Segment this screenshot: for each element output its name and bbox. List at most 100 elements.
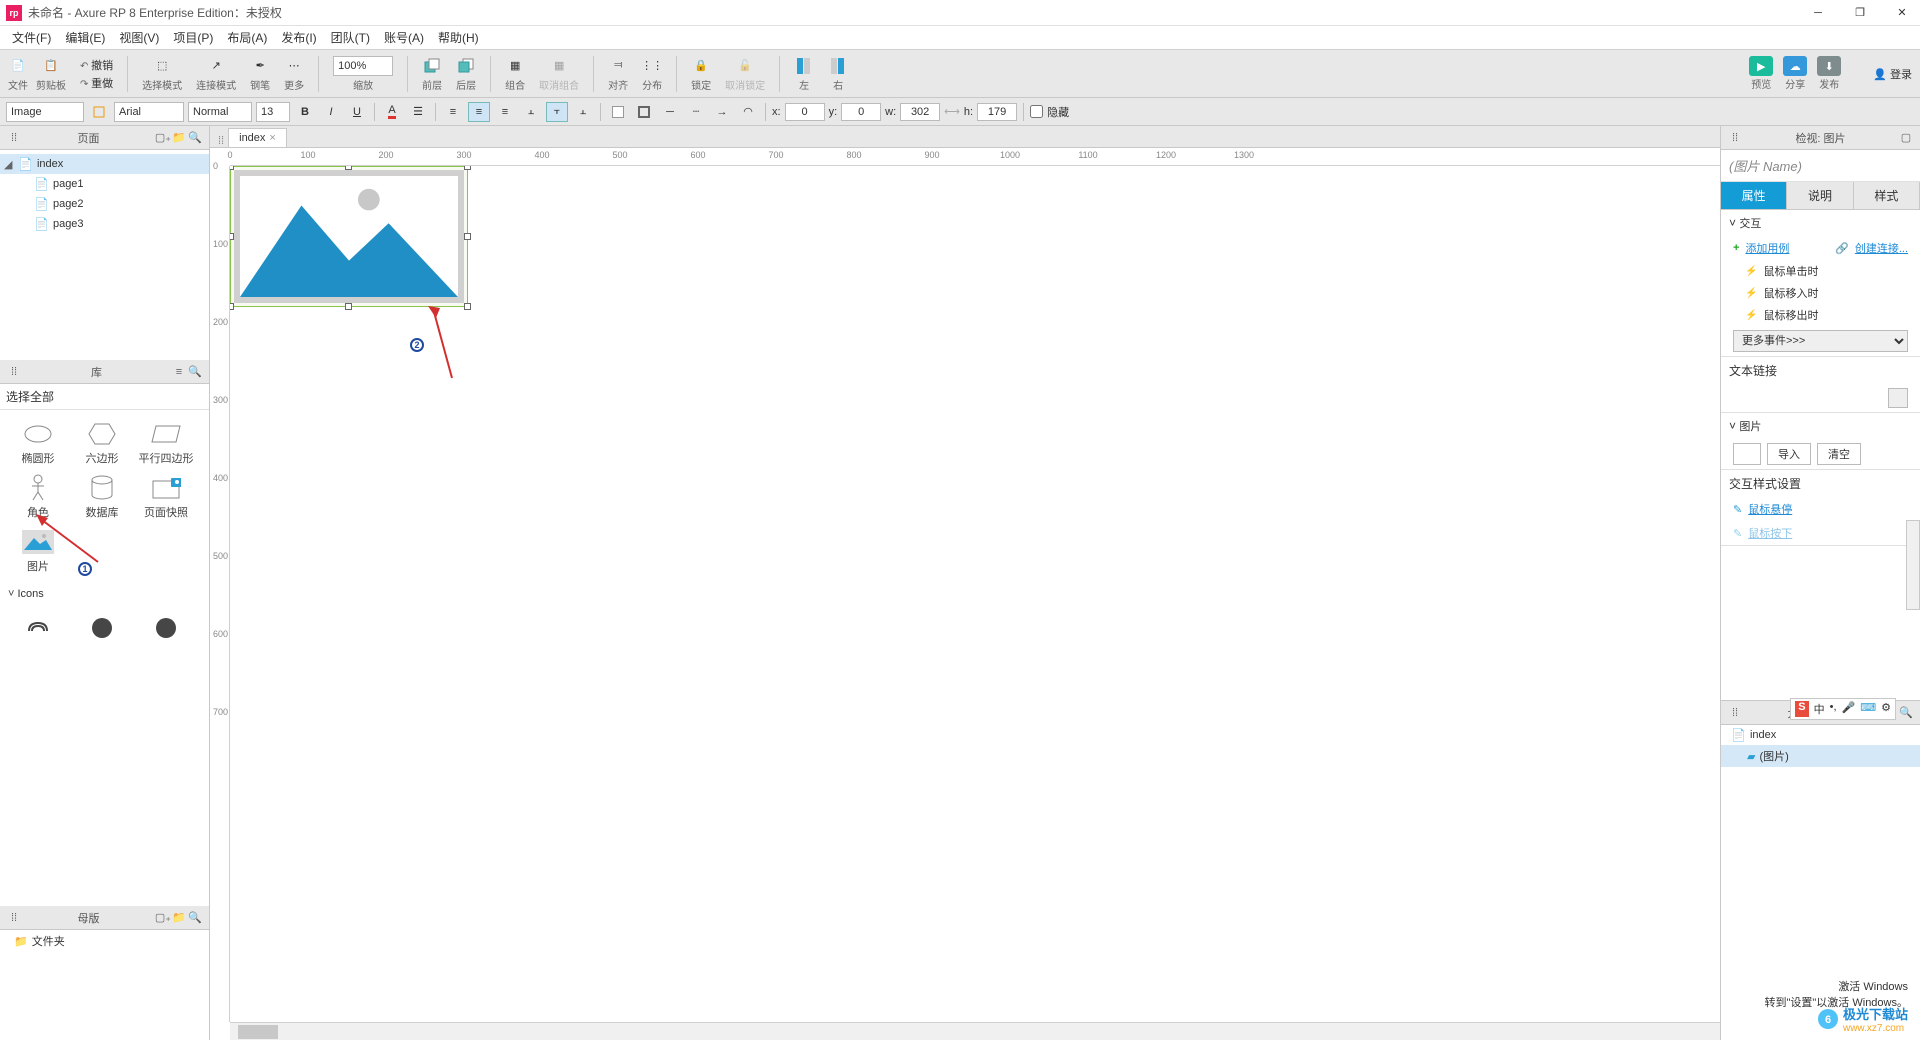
master-folder[interactable]: 📁 文件夹	[0, 930, 209, 952]
tb-ungroup[interactable]: ▦取消组合	[539, 56, 579, 92]
section-interaction[interactable]: ˅ 交互	[1721, 210, 1920, 236]
section-image[interactable]: ˅ 图片	[1721, 413, 1920, 439]
lib-icons-section[interactable]: ˅ Icons	[0, 584, 209, 604]
tab-handle-icon[interactable]: ⁞⁞	[214, 135, 228, 147]
tb-right[interactable]: 右	[828, 56, 848, 92]
tb-undo[interactable]: ↶ 撤销	[80, 57, 113, 73]
import-button[interactable]: 导入	[1767, 443, 1811, 465]
line-color-button[interactable]	[633, 102, 655, 122]
canvas[interactable]: 2	[230, 166, 1720, 1022]
ix-press-link[interactable]: 鼠标按下	[1748, 525, 1792, 541]
maximize-button[interactable]: ❐	[1848, 3, 1872, 23]
fill-color-button[interactable]	[607, 102, 629, 122]
add-case-link[interactable]: 添加用例	[1745, 240, 1789, 256]
w-input[interactable]	[900, 103, 940, 121]
shape-hexagon[interactable]: 六边形	[70, 416, 134, 470]
library-select[interactable]: 选择全部	[0, 384, 209, 410]
panel-handle-icon[interactable]: ⁞⁞	[1727, 130, 1743, 146]
menu-view[interactable]: 视图(V)	[113, 26, 165, 49]
font-combo[interactable]: Arial	[114, 102, 184, 122]
page-page1[interactable]: 📄 page1	[0, 174, 209, 194]
tab-properties[interactable]: 属性	[1721, 182, 1787, 209]
clear-button[interactable]: 清空	[1817, 443, 1861, 465]
search-icon[interactable]: 🔍	[187, 910, 203, 926]
valign-mid-button[interactable]: ⫟	[546, 102, 568, 122]
shape-snapshot[interactable]: 页面快照	[134, 470, 198, 524]
copy-style-icon[interactable]	[88, 102, 110, 122]
outline-index[interactable]: 📄 index	[1721, 725, 1920, 745]
ruler-horizontal[interactable]: 0100200300400500600700800900100011001200…	[230, 148, 1720, 166]
h-input[interactable]	[977, 103, 1017, 121]
tab-style[interactable]: 样式	[1854, 182, 1920, 209]
tb-left[interactable]: 左	[794, 56, 814, 92]
icon-item[interactable]	[134, 610, 198, 646]
page-page3[interactable]: 📄 page3	[0, 214, 209, 234]
outline-image[interactable]: ▰ (图片)	[1721, 745, 1920, 767]
tb-pen[interactable]: ✒钢笔	[250, 56, 270, 92]
text-color-button[interactable]: A	[381, 102, 403, 122]
menu-help[interactable]: 帮助(H)	[432, 26, 485, 49]
close-button[interactable]: ✕	[1890, 3, 1914, 23]
menu-edit[interactable]: 编辑(E)	[59, 26, 111, 49]
valign-top-button[interactable]: ⫠	[520, 102, 542, 122]
minimize-button[interactable]: ─	[1806, 3, 1830, 23]
lib-menu-icon[interactable]: ≡	[171, 364, 187, 380]
y-input[interactable]	[841, 103, 881, 121]
line-width-button[interactable]: ─	[659, 102, 681, 122]
more-events-combo[interactable]: 更多事件>>>	[1733, 330, 1908, 352]
icon-item[interactable]	[6, 610, 70, 646]
search-icon[interactable]: 🔍	[1898, 705, 1914, 721]
menu-account[interactable]: 账号(A)	[378, 26, 430, 49]
italic-button[interactable]: I	[320, 102, 342, 122]
ix-hover-link[interactable]: 鼠标悬停	[1748, 501, 1792, 517]
panel-handle-icon[interactable]: ⁞⁞	[1727, 705, 1743, 721]
icon-item[interactable]	[70, 610, 134, 646]
tb-group[interactable]: ▦组合	[505, 56, 525, 92]
panel-handle-icon[interactable]: ⁞⁞	[6, 910, 22, 926]
add-page-icon[interactable]: ▢₊	[155, 130, 171, 146]
tb-unlock[interactable]: 🔓取消锁定	[725, 56, 765, 92]
shape-parallelogram[interactable]: 平行四边形	[134, 416, 198, 470]
menu-publish[interactable]: 发布(I)	[275, 26, 322, 49]
tab-index[interactable]: index×	[228, 128, 287, 147]
tb-clipboard[interactable]: 📋剪贴板	[36, 56, 66, 92]
tab-notes[interactable]: 说明	[1787, 182, 1853, 209]
tb-file[interactable]: 📄文件	[8, 56, 28, 92]
style-combo[interactable]: Normal	[188, 102, 252, 122]
widget-name-input[interactable]: (图片 Name)	[1721, 150, 1920, 182]
arrow-button[interactable]: →	[711, 102, 733, 122]
page-page2[interactable]: 📄 page2	[0, 194, 209, 214]
panel-handle-icon[interactable]: ⁞⁞	[6, 130, 22, 146]
tb-preview[interactable]: ▶预览	[1749, 56, 1773, 91]
ime-bar[interactable]: S 中•,🎤⌨⚙	[1790, 698, 1896, 720]
tb-distribute[interactable]: ⋮⋮分布	[642, 56, 662, 92]
panel-handle-icon[interactable]: ⁞⁞	[6, 364, 22, 380]
create-link[interactable]: 创建连接...	[1855, 240, 1908, 256]
tb-more[interactable]: ⋯更多	[284, 56, 304, 92]
hide-checkbox[interactable]	[1030, 105, 1043, 118]
tb-align[interactable]: ⫤对齐	[608, 56, 628, 92]
tb-select-mode[interactable]: ⬚选择模式	[142, 56, 182, 92]
tb-redo[interactable]: ↷ 重做	[80, 75, 113, 91]
tb-zoom[interactable]: 100%缩放	[333, 56, 393, 92]
x-input[interactable]	[785, 103, 825, 121]
tb-login[interactable]: 👤 登录	[1873, 66, 1912, 82]
menu-project[interactable]: 项目(P)	[167, 26, 219, 49]
textlink-toggle[interactable]	[1888, 388, 1908, 408]
search-icon[interactable]: 🔍	[187, 364, 203, 380]
event-click[interactable]: ⚡鼠标单击时	[1721, 260, 1920, 282]
tb-connect-mode[interactable]: ↗连接模式	[196, 56, 236, 92]
image-widget[interactable]	[234, 170, 464, 303]
line-style-button[interactable]: ┄	[685, 102, 707, 122]
event-mouseenter[interactable]: ⚡鼠标移入时	[1721, 282, 1920, 304]
shape-ellipse[interactable]: 椭圆形	[6, 416, 70, 470]
underline-button[interactable]: U	[346, 102, 368, 122]
add-folder-icon[interactable]: 📁	[171, 910, 187, 926]
size-combo[interactable]: 13	[256, 102, 290, 122]
tab-close-icon[interactable]: ×	[269, 132, 275, 144]
tb-back[interactable]: 后层	[456, 56, 476, 92]
event-mouseleave[interactable]: ⚡鼠标移出时	[1721, 304, 1920, 326]
menu-file[interactable]: 文件(F)	[6, 26, 57, 49]
horizontal-scrollbar[interactable]	[230, 1022, 1720, 1040]
tb-share[interactable]: ☁分享	[1783, 56, 1807, 91]
